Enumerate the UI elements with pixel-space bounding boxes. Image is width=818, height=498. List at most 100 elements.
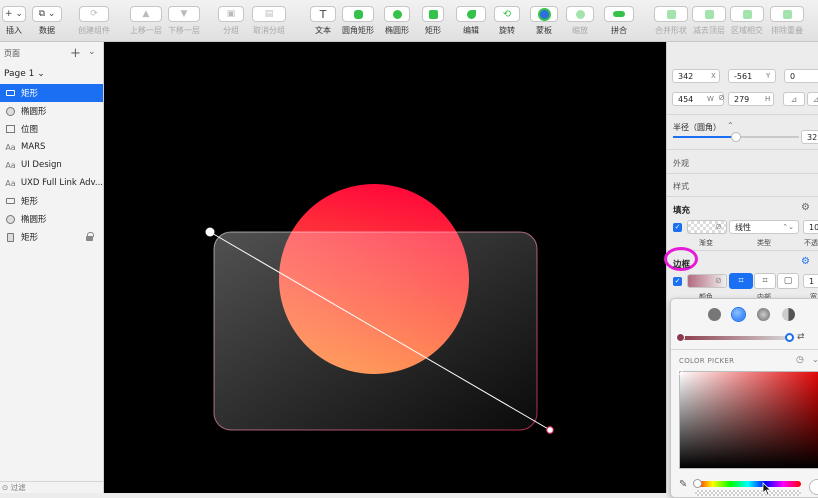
collapse-pages-icon[interactable]: ⌄: [88, 47, 96, 57]
border-outside-icon: ▢: [783, 276, 793, 286]
design-canvas[interactable]: [104, 42, 666, 493]
border-link-icon[interactable]: ⊘: [715, 276, 722, 285]
rectangle-label: 矩形: [425, 26, 441, 35]
radius-slider[interactable]: [673, 132, 799, 142]
glass-rectangle[interactable]: [213, 231, 538, 431]
add-page-icon[interactable]: +: [70, 46, 81, 61]
ungroup-label: 取消分组: [253, 26, 285, 35]
width-field[interactable]: 454: [672, 92, 724, 106]
text-button[interactable]: T 文本: [310, 6, 336, 40]
gradient-end-handle[interactable]: [546, 426, 554, 434]
fill-sub-gradient: 渐变: [699, 239, 713, 247]
border-inside-button[interactable]: ⌗: [729, 273, 753, 289]
fill-sub-type: 类型: [757, 239, 771, 247]
radius-field[interactable]: 32: [801, 130, 818, 144]
hue-slider-knob[interactable]: [693, 479, 702, 488]
filter-icon: ⊙: [2, 483, 11, 492]
group-button[interactable]: ▣ 分组: [218, 6, 244, 40]
page-selector[interactable]: Page 1 ⌄: [0, 64, 103, 84]
layer-name: 矩形: [21, 89, 39, 99]
intersect-icon: [730, 6, 764, 22]
subtract-button[interactable]: 减去顶层: [692, 6, 726, 40]
rounded-rect-button[interactable]: 圆角矩形: [342, 6, 374, 40]
border-settings-icon[interactable]: ⚙: [801, 256, 810, 267]
fill-type-select[interactable]: 线性 ⌃⌄: [729, 220, 799, 234]
create-component-button[interactable]: ⟳ 创建组件: [78, 6, 110, 40]
chevron-down-icon[interactable]: ⌄: [812, 355, 818, 364]
edit-button[interactable]: 编辑: [456, 6, 486, 40]
layer-item[interactable]: 矩形: [0, 192, 103, 210]
gradient-stop-start[interactable]: [676, 333, 685, 342]
layer-name: 矩形: [21, 233, 39, 243]
layer-item[interactable]: 椭圆形: [0, 210, 103, 228]
saturation-brightness-field[interactable]: [677, 369, 818, 469]
flip-vertical-button[interactable]: ⊿: [807, 92, 818, 106]
layer-item[interactable]: 椭圆形: [0, 102, 103, 120]
ungroup-icon: ▤: [252, 6, 286, 22]
move-down-button[interactable]: ▼ 下移一层: [168, 6, 200, 40]
history-icon[interactable]: ◷: [796, 355, 804, 365]
gradient-start-handle[interactable]: [205, 227, 215, 237]
border-checkbox[interactable]: ✓: [673, 277, 682, 286]
flatten-button[interactable]: 拼合: [604, 6, 634, 40]
solid-fill-icon[interactable]: [708, 308, 721, 321]
border-outside-button[interactable]: ▢: [777, 273, 799, 289]
gradient-stop-bar[interactable]: [676, 333, 794, 342]
rotation-field[interactable]: 0: [784, 69, 818, 83]
layer-item[interactable]: Aa UI Design: [0, 156, 103, 174]
layer-item[interactable]: 矩形: [0, 228, 103, 246]
color-cursor[interactable]: [677, 369, 683, 375]
insert-button[interactable]: + ⌄ 插入: [2, 6, 26, 40]
flip-horizontal-button[interactable]: ⊿: [783, 92, 805, 106]
radial-gradient-icon[interactable]: [757, 308, 770, 321]
mask-button[interactable]: 蒙板: [530, 6, 558, 40]
eyedropper-icon[interactable]: ✎: [679, 479, 687, 490]
oval-button[interactable]: 椭圆形: [384, 6, 410, 40]
component-icon: ⟳: [79, 6, 109, 22]
lock-ratio-icon[interactable]: ⊘: [718, 93, 725, 102]
layers-icon: ⧉ ⌄: [32, 6, 62, 22]
layer-item[interactable]: Aa MARS: [0, 138, 103, 156]
border-width-field[interactable]: 1: [803, 274, 818, 288]
group-icon: ▣: [218, 6, 244, 22]
move-up-button[interactable]: ▲ 上移一层: [130, 6, 162, 40]
gradient-stop-end[interactable]: [785, 333, 794, 342]
border-center-button[interactable]: ⌗: [754, 273, 776, 289]
union-button[interactable]: 合并形状: [654, 6, 688, 40]
mask-icon: [530, 6, 558, 22]
data-label: 数据: [39, 26, 55, 35]
rect-layer-icon: [5, 232, 16, 242]
layer-item[interactable]: 位图: [0, 120, 103, 138]
fill-link-icon[interactable]: ⊘: [715, 222, 722, 231]
layer-name: 椭圆形: [21, 215, 47, 225]
radius-stepper-icon[interactable]: ⌃: [727, 121, 734, 130]
rotate-button[interactable]: ⟲ 旋转: [494, 6, 520, 40]
layer-filter[interactable]: ⊙ 过滤: [0, 481, 104, 493]
alpha-slider[interactable]: [695, 490, 801, 496]
fill-settings-icon[interactable]: ⚙: [801, 202, 810, 213]
linear-gradient-icon[interactable]: [732, 308, 745, 321]
rectangle-button[interactable]: 矩形: [422, 6, 444, 40]
hue-slider[interactable]: [693, 479, 801, 488]
oval-label: 椭圆形: [385, 26, 409, 35]
difference-button[interactable]: 排除重叠: [770, 6, 804, 40]
radius-slider-knob[interactable]: [731, 132, 741, 142]
move-down-icon: ▼: [168, 6, 200, 22]
scale-button[interactable]: 缩放: [566, 6, 594, 40]
fill-opacity-field[interactable]: 100: [803, 220, 818, 234]
move-up-label: 上移一层: [130, 26, 162, 35]
swap-stops-icon[interactable]: ⇄: [797, 332, 805, 342]
text-label: 文本: [315, 26, 331, 35]
border-width-value: 1: [809, 276, 815, 286]
angular-gradient-icon[interactable]: [782, 308, 795, 321]
fill-checkbox[interactable]: ✓: [673, 223, 682, 232]
difference-icon: [770, 6, 804, 22]
intersect-button[interactable]: 区域相交: [730, 6, 764, 40]
edit-label: 编辑: [463, 26, 479, 35]
data-button[interactable]: ⧉ ⌄ 数据: [32, 6, 62, 40]
layer-item[interactable]: Aa UXD Full Link Adv...: [0, 174, 103, 192]
layer-item[interactable]: 矩形: [0, 84, 103, 102]
ungroup-button[interactable]: ▤ 取消分组: [252, 6, 286, 40]
lock-icon[interactable]: [86, 232, 94, 241]
create-component-label: 创建组件: [78, 26, 110, 35]
